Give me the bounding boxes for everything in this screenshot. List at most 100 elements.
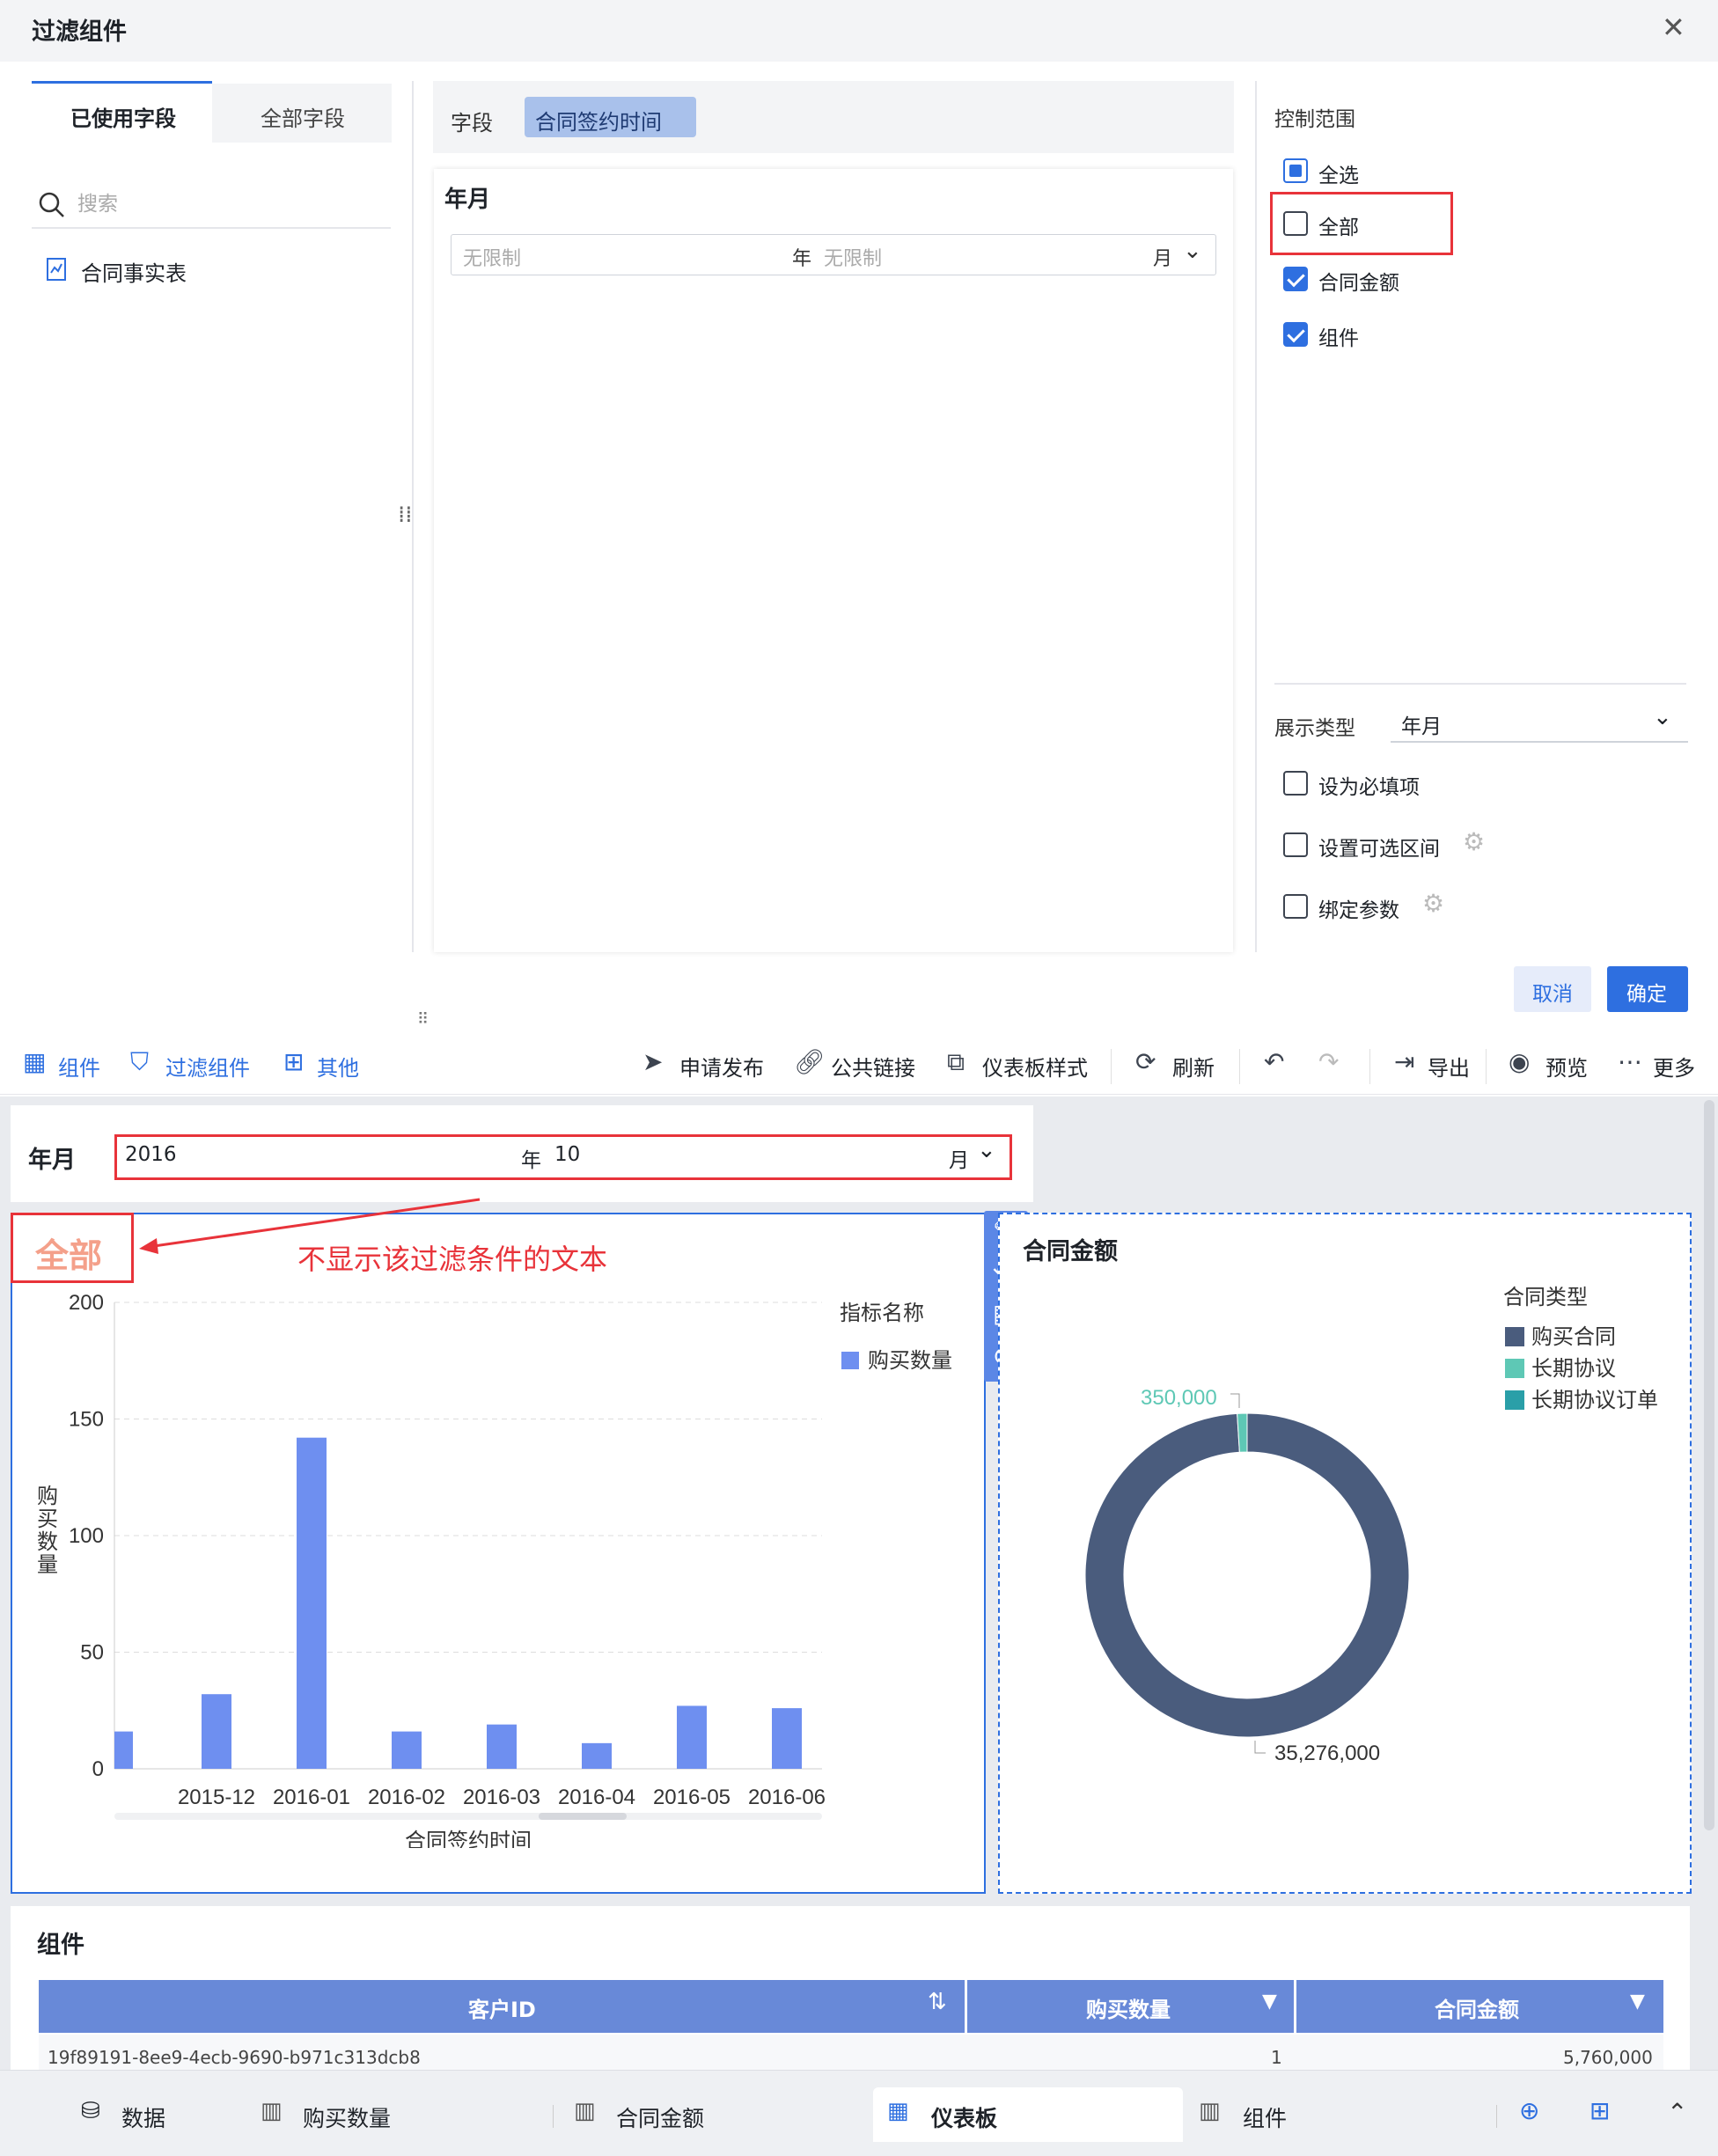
y-axis-title-char: 量 — [37, 1553, 58, 1577]
component-label: 组件 — [1318, 327, 1359, 350]
bottom-tab-quantity[interactable]: 购买数量 — [303, 2101, 391, 2133]
table-item-contract-fact[interactable]: 合同事实表 — [81, 256, 187, 287]
filter-month-unit: 月 — [949, 1149, 969, 1172]
legend-label: 长期协议 — [1531, 1357, 1616, 1381]
toolbar-export-button[interactable]: 导出 — [1428, 1051, 1470, 1082]
bind-param-label: 绑定参数 — [1318, 899, 1399, 922]
bottom-tab-data[interactable]: 数据 — [121, 2101, 165, 2133]
column-header-amount[interactable]: 合同金额 — [1435, 1992, 1519, 2023]
component-icon: ▦ — [23, 1047, 47, 1076]
drag-handle-icon[interactable]: ⁞⁞ — [398, 502, 413, 528]
scrollbar[interactable] — [1704, 1100, 1714, 1830]
bar-2016-05 — [677, 1705, 707, 1769]
cell-customer-id: 19f89191-8ee9-4ecb-9690-b971c313dcb8 — [48, 2047, 421, 2068]
y-tick-label: 100 — [69, 1524, 104, 1548]
bottom-tab-component[interactable]: 组件 — [1243, 2101, 1287, 2133]
highlight-box — [1270, 192, 1453, 255]
leader-line — [1230, 1393, 1240, 1408]
x-tick-label: 2016-05 — [653, 1786, 731, 1809]
toolbar-other-button[interactable]: 其他 — [317, 1051, 359, 1082]
contract-amount-checkbox[interactable] — [1283, 267, 1308, 291]
undo-icon[interactable]: ↶ — [1264, 1047, 1284, 1076]
close-icon[interactable]: ✕ — [1662, 11, 1685, 44]
column-header-quantity[interactable]: 购买数量 — [1086, 1992, 1171, 2023]
table-row[interactable]: 19f89191-8ee9-4ecb-9690-b971c313dcb8 1 5… — [39, 2035, 1663, 2070]
y-tick-label: 0 — [92, 1757, 104, 1781]
bar-2016-02 — [392, 1731, 422, 1769]
resize-handle-icon[interactable]: ⠿ — [417, 1010, 429, 1029]
legend-swatch — [1505, 1327, 1524, 1346]
bar-2016-04 — [582, 1742, 612, 1769]
table-icon — [47, 258, 66, 281]
toolbar-component-button[interactable]: 组件 — [58, 1051, 100, 1082]
add-chart-icon[interactable]: ⊕ — [1519, 2096, 1539, 2125]
redo-icon[interactable]: ↷ — [1318, 1047, 1339, 1076]
x-tick-label: 2016-06 — [748, 1786, 826, 1809]
link-icon: 🔗︎ — [794, 1047, 826, 1076]
dialog-title: 过滤组件 — [32, 18, 127, 46]
required-checkbox[interactable] — [1283, 771, 1308, 796]
contract-amount-label: 合同金额 — [1318, 272, 1399, 295]
component-checkbox[interactable] — [1283, 322, 1308, 347]
sort-icon[interactable]: ⇅ — [928, 1989, 947, 2015]
y-axis-title-char: 买 — [37, 1507, 58, 1531]
preview-icon: ◉ — [1509, 1047, 1531, 1076]
toolbar-dashboard-style-button[interactable]: 仪表板样式 — [982, 1051, 1088, 1082]
more-icon: ⋯ — [1618, 1047, 1642, 1076]
donut-slice-购买合同 — [1084, 1412, 1410, 1738]
section-title: 年月 — [444, 187, 491, 213]
toolbar-public-link-button[interactable]: 公共链接 — [831, 1051, 915, 1082]
toolbar-filter-button[interactable]: 过滤组件 — [165, 1051, 250, 1082]
chart-icon: ▥ — [1199, 2098, 1221, 2124]
search-underline — [32, 227, 391, 229]
annotation-text: 不显示该过滤条件的文本 — [297, 1243, 608, 1276]
export-icon: ⇥ — [1394, 1047, 1415, 1076]
add-dashboard-icon[interactable]: ⊞ — [1590, 2096, 1610, 2125]
search-icon — [39, 192, 64, 217]
dashboard-icon: ▦ — [887, 2098, 909, 2124]
toolbar-preview-button[interactable]: 预览 — [1545, 1051, 1588, 1082]
range-label: 设置可选区间 — [1318, 838, 1440, 861]
dropdown-icon[interactable]: ▼ — [1262, 1991, 1277, 2013]
x-tick-label: 2016-01 — [273, 1786, 350, 1809]
bar-2016-06 — [772, 1708, 802, 1769]
select-all-checkbox[interactable] — [1283, 158, 1308, 183]
leader-line — [1254, 1741, 1266, 1754]
y-axis-title-char: 购 — [37, 1485, 58, 1508]
chevron-down-icon[interactable]: ⌄ — [1183, 238, 1202, 264]
tab-all-fields-label: 全部字段 — [261, 106, 345, 131]
legend-swatch — [1505, 1390, 1524, 1410]
toolbar-more-button[interactable]: 更多 — [1653, 1051, 1695, 1082]
to-input-placeholder: 无限制 — [824, 248, 883, 270]
bind-param-checkbox[interactable] — [1283, 894, 1308, 919]
collapse-icon[interactable]: ⌃ — [1667, 2098, 1687, 2127]
y-tick-label: 200 — [69, 1291, 104, 1315]
x-tick-label: 2016-04 — [558, 1786, 635, 1809]
bottom-tab-dashboard-bg[interactable] — [873, 2087, 1183, 2142]
toolbar-refresh-button[interactable]: 刷新 — [1172, 1051, 1215, 1082]
toolbar-publish-button[interactable]: 申请发布 — [679, 1051, 764, 1082]
range-checkbox[interactable] — [1283, 832, 1308, 857]
column-divider — [965, 1980, 967, 2033]
bottom-tab-amount[interactable]: 合同金额 — [616, 2101, 704, 2133]
bottom-tab-dashboard[interactable]: 仪表板 — [931, 2101, 997, 2133]
donut-chart: 350,000 35,276,000 合同类型购买合同长期协议长期协议订单 — [1084, 1286, 1658, 1765]
required-label: 设为必填项 — [1318, 776, 1420, 799]
cancel-button-label: 取消 — [1532, 983, 1573, 1006]
cell-quantity: 1 — [1271, 2047, 1282, 2068]
gear-icon[interactable]: ⚙ — [1422, 889, 1444, 918]
filter-widget-label: 年月 — [28, 1147, 76, 1174]
legend-swatch — [1505, 1359, 1524, 1378]
dropdown-icon[interactable]: ▼ — [1630, 1991, 1645, 2013]
scope-title: 控制范围 — [1274, 108, 1355, 131]
send-icon: ➤ — [642, 1047, 664, 1076]
gear-icon[interactable]: ⚙ — [1463, 827, 1485, 856]
bottom-tab-bar — [0, 2070, 1718, 2156]
y-tick-label: 150 — [69, 1408, 104, 1432]
column-header-customer-id[interactable]: 客户ID — [468, 1992, 536, 2023]
filter-year-value: 2016 — [125, 1143, 177, 1166]
field-chip-label: 合同签约时间 — [535, 110, 662, 135]
bar-2015-12 — [202, 1694, 231, 1769]
chevron-down-icon[interactable]: ⌄ — [977, 1137, 996, 1163]
search-input[interactable]: 搜索 — [77, 187, 118, 216]
